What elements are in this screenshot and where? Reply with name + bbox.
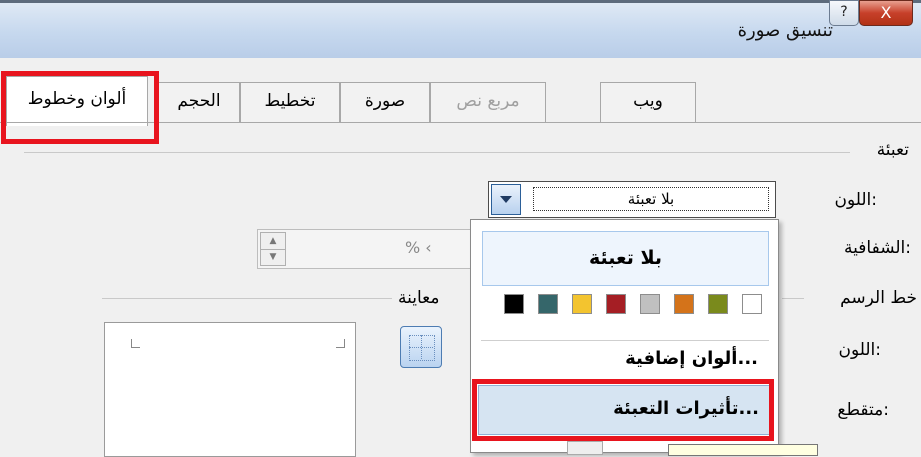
line-section-divider-right	[782, 298, 804, 299]
tab-layout[interactable]: تخطيط	[240, 82, 340, 122]
border-grid-icon[interactable]	[400, 326, 442, 368]
color-swatch-olive[interactable]	[708, 294, 728, 314]
line-color-label: اللون:	[838, 340, 881, 360]
highlight-frame	[472, 379, 774, 441]
color-swatch-red[interactable]	[606, 294, 626, 314]
transparency-spinner[interactable]: ▲ ▼	[260, 232, 286, 266]
color-swatch-white[interactable]	[742, 294, 762, 314]
more-colors-option[interactable]: ألوان إضافية...	[625, 348, 758, 369]
color-swatch-orange[interactable]	[674, 294, 694, 314]
fill-color-dropdown[interactable]: بلا تعبئة	[488, 181, 776, 218]
chevron-down-icon[interactable]	[491, 184, 521, 215]
tooltip	[668, 444, 818, 456]
spin-down-icon[interactable]: ▼	[261, 249, 285, 265]
tab-text-box: مربع نص	[430, 82, 546, 122]
corner-mark	[131, 339, 140, 348]
preview-area	[104, 322, 356, 457]
color-swatch-teal[interactable]	[538, 294, 558, 314]
color-swatch-silver[interactable]	[640, 294, 660, 314]
preview-label: معاينة	[398, 288, 440, 308]
tab-size[interactable]: الحجم	[158, 82, 240, 122]
fill-color-label: اللون:	[834, 190, 877, 210]
tab-web[interactable]: ويب	[600, 82, 696, 122]
no-fill-option[interactable]: بلا تعبئة	[482, 231, 769, 286]
menu-divider	[481, 340, 769, 341]
highlight-frame	[1, 71, 159, 144]
transparency-label: الشفافية:	[844, 238, 911, 258]
corner-mark	[336, 339, 345, 348]
spin-up-icon[interactable]: ▲	[261, 233, 285, 250]
fill-section-heading: تعبئة	[876, 140, 909, 160]
line-section-heading: خط الرسم	[840, 288, 917, 308]
line-section-divider	[102, 298, 392, 299]
color-swatch-gold[interactable]	[572, 294, 592, 314]
transparency-value: % ‹	[405, 238, 432, 257]
fill-color-value: بلا تعبئة	[533, 187, 769, 211]
transparency-input[interactable]	[257, 229, 479, 269]
help-button[interactable]: ?	[829, 0, 859, 26]
tab-picture[interactable]: صورة	[340, 82, 430, 122]
fill-section-divider	[24, 152, 850, 153]
window-title: تنسيق صورة	[737, 20, 833, 41]
close-button[interactable]: X	[859, 0, 913, 26]
color-swatch-black[interactable]	[504, 294, 524, 314]
dashed-label: متقطع:	[837, 400, 889, 420]
